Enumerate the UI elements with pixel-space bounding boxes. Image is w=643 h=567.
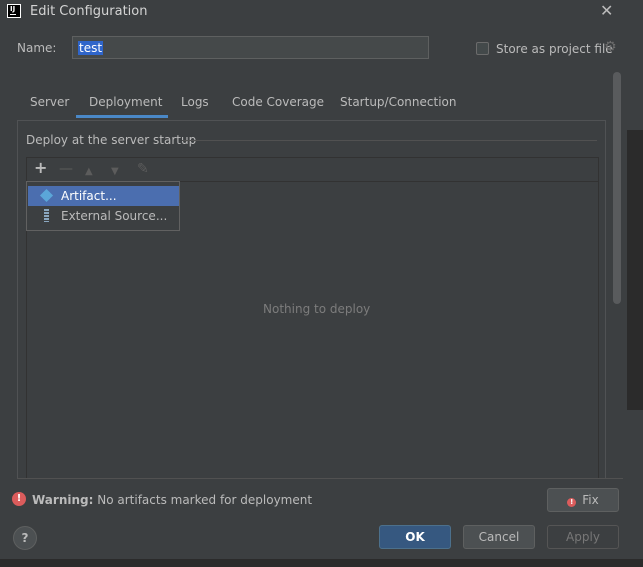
warning-text: No artifacts marked for deployment (93, 493, 313, 507)
menu-item-label: External Source... (61, 209, 168, 223)
external-source-icon (44, 209, 49, 222)
fix-label: Fix (582, 493, 599, 507)
help-button[interactable]: ? (13, 526, 37, 550)
cancel-button[interactable]: Cancel (463, 525, 535, 549)
add-icon[interactable]: + (34, 160, 47, 176)
group-separator (182, 140, 597, 141)
error-icon: ! (567, 498, 577, 507)
store-as-project-file-checkbox[interactable] (476, 42, 489, 55)
move-down-icon[interactable]: ▼ (111, 164, 119, 180)
tab-deployment[interactable]: Deployment (89, 95, 162, 109)
menu-item-external-source[interactable]: External Source... (28, 206, 179, 226)
add-popup-menu: Artifact... External Source... (26, 181, 180, 231)
tab-server[interactable]: Server (30, 95, 69, 109)
deploy-group-title: Deploy at the server startup (26, 133, 197, 147)
vertical-scrollbar[interactable] (613, 72, 621, 304)
tab-code-coverage[interactable]: Code Coverage (232, 95, 324, 109)
menu-item-artifact[interactable]: Artifact... (28, 186, 179, 206)
menu-item-label: Artifact... (61, 189, 117, 203)
name-input-value: test (78, 41, 104, 55)
warning-message: Warning: No artifacts marked for deploym… (32, 493, 312, 507)
artifact-icon (39, 188, 54, 203)
error-icon: ! (12, 492, 26, 506)
tab-logs[interactable]: Logs (181, 95, 209, 109)
warning-label: Warning: (32, 493, 94, 507)
gear-icon[interactable]: ⚙ (604, 39, 617, 55)
name-label: Name: (17, 41, 57, 55)
name-input[interactable]: test (72, 36, 429, 59)
close-icon[interactable]: ✕ (600, 1, 613, 20)
active-tab-indicator (76, 115, 168, 118)
window-title: Edit Configuration (30, 4, 148, 19)
remove-icon[interactable]: — (59, 161, 73, 177)
bottom-separator (17, 478, 623, 479)
bottom-background-strip (0, 559, 643, 567)
tab-startup-connection[interactable]: Startup/Connection (340, 95, 456, 109)
store-as-project-file-label[interactable]: Store as project file (496, 42, 613, 56)
empty-list-text: Nothing to deploy (263, 302, 371, 316)
move-up-icon[interactable]: ▲ (85, 164, 93, 180)
intellij-app-icon: IJ (7, 4, 21, 18)
apply-button[interactable]: Apply (547, 525, 619, 549)
edit-icon[interactable]: ✎ (137, 161, 149, 177)
background-editor-strip (627, 130, 643, 410)
ok-button[interactable]: OK (379, 525, 451, 549)
fix-button[interactable]: ! Fix (547, 488, 619, 512)
